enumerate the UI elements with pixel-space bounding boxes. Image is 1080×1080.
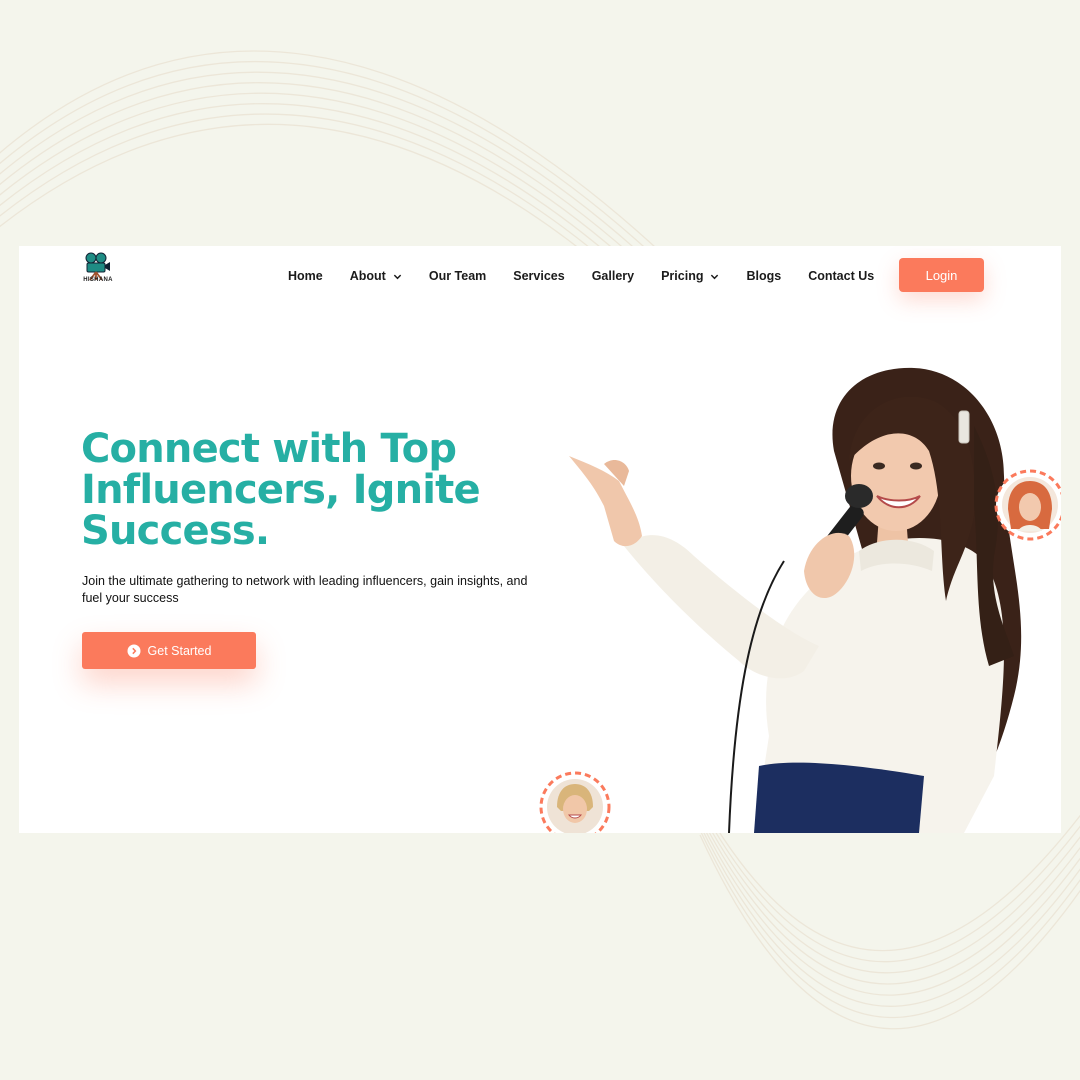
brand-name: HISHANA [83, 277, 113, 283]
nav-item-services[interactable]: Services [513, 269, 564, 283]
chevron-down-icon [393, 274, 402, 279]
nav-label: Contact Us [808, 269, 875, 283]
influencer-avatar[interactable] [994, 469, 1061, 541]
login-button[interactable]: Login [899, 258, 984, 292]
chevron-down-icon [711, 274, 719, 279]
camera-logo-icon[interactable] [81, 250, 113, 290]
influencer-avatar[interactable] [539, 771, 611, 833]
headline-line: Connect with Top [81, 426, 457, 472]
nav-item-blogs[interactable]: Blogs [746, 269, 781, 283]
nav-label: Home [288, 269, 323, 283]
nav-item-our-team[interactable]: Our Team [429, 269, 486, 283]
chevron-right-circle-icon [127, 644, 141, 657]
headline-line: Success. [81, 508, 270, 554]
cta-label: Get Started [147, 643, 212, 658]
nav-item-gallery[interactable]: Gallery [592, 269, 634, 283]
nav-label: Blogs [746, 269, 782, 283]
nav-item-about[interactable]: About [350, 269, 402, 283]
hero-headline: Connect with Top Influencers, Ignite Suc… [81, 429, 501, 552]
nav-item-home[interactable]: Home [288, 269, 323, 283]
nav-item-contact-us[interactable]: Contact Us [808, 269, 874, 283]
nav-label: About [349, 269, 386, 283]
nav-label: Services [513, 269, 565, 283]
nav-label: Our Team [428, 269, 487, 283]
main-nav: Home About Our Team Services Gallery Pri… [288, 266, 901, 286]
nav-label: Gallery [591, 269, 635, 283]
landing-page-panel: HISHANA Home About Our Team Services Gal… [19, 246, 1061, 833]
nav-item-pricing[interactable]: Pricing [661, 269, 719, 283]
nav-label: Pricing [661, 269, 704, 283]
get-started-button[interactable]: Get Started [82, 632, 256, 669]
hero-woman-image [569, 367, 1022, 833]
headline-line: Influencers, Ignite [81, 467, 481, 513]
hero-subtitle: Join the ultimate gathering to network w… [82, 574, 528, 605]
